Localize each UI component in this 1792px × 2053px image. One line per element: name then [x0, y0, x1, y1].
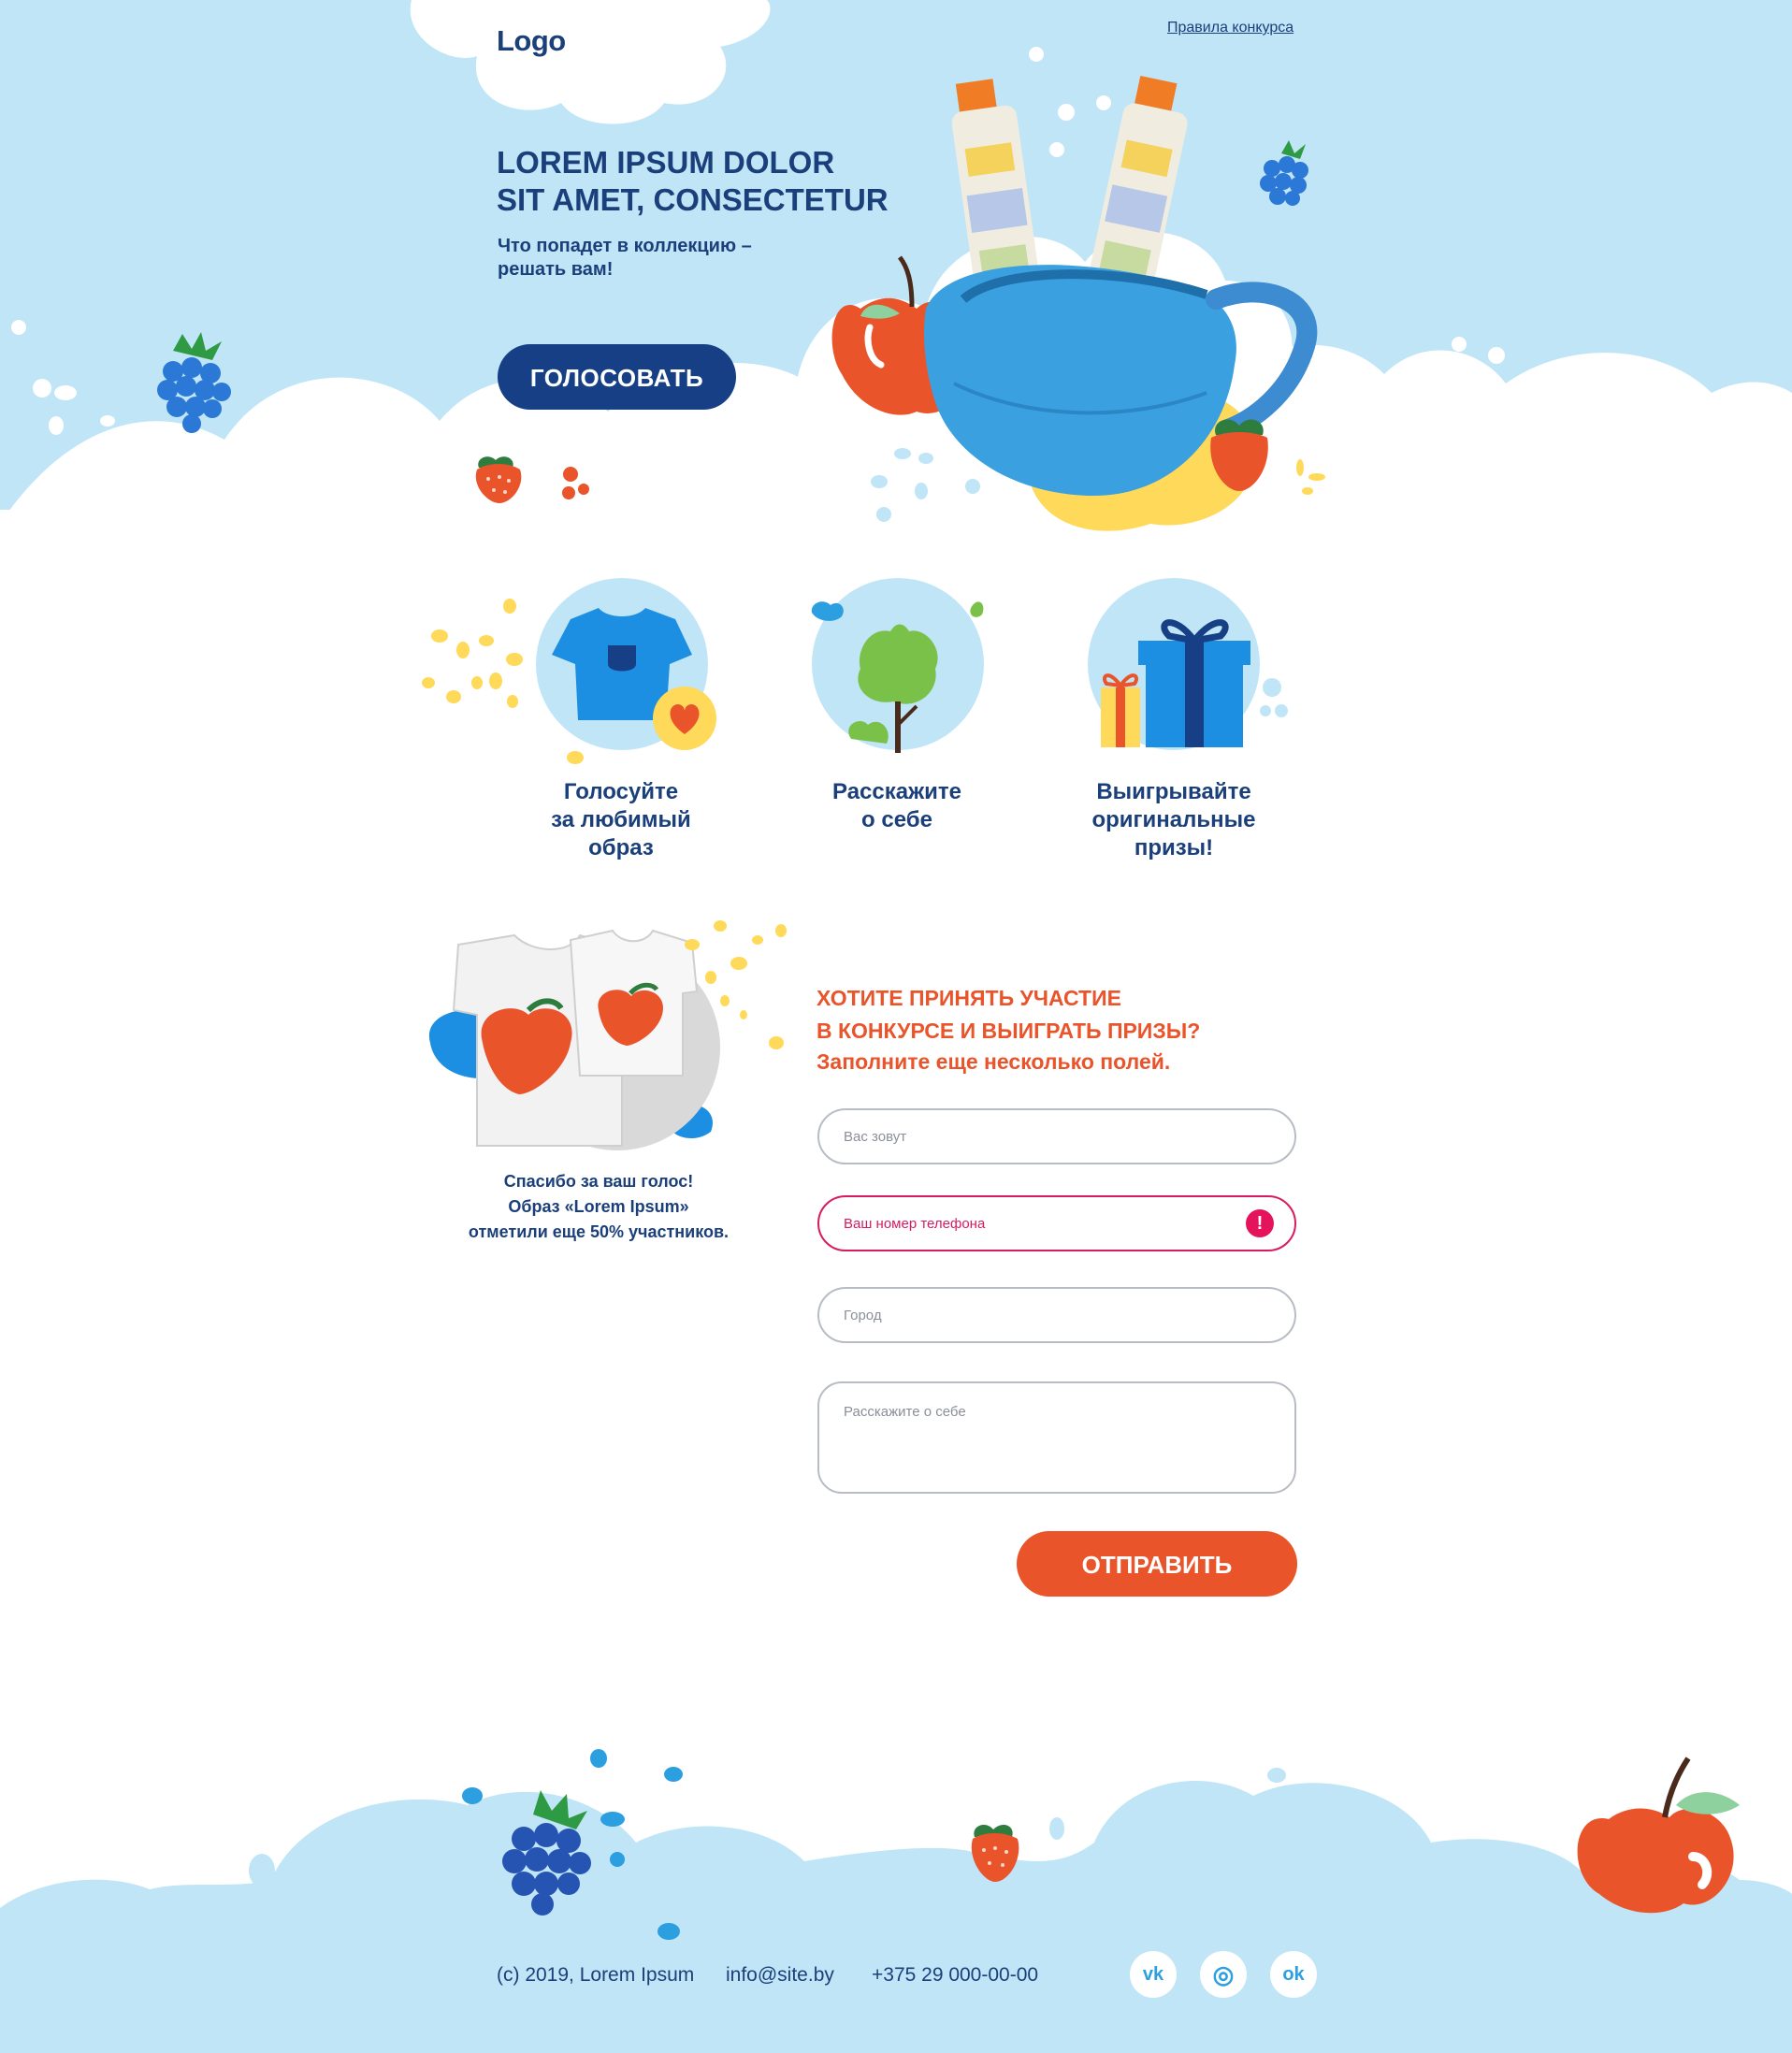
feature-win-line3: призы! [1134, 835, 1214, 860]
gift-icon [1088, 578, 1288, 750]
blackberry-footer-icon [502, 1790, 591, 1916]
vote-button[interactable]: ГОЛОСОВАТЬ [498, 344, 736, 410]
footer-background [0, 1749, 1792, 2053]
tree-icon [811, 578, 984, 753]
logo[interactable]: Logo [497, 24, 566, 58]
thanks-line2: Образ «Lorem Ipsum» [508, 1197, 689, 1216]
hero-title: LOREM IPSUM DOLOR SIT AMET, CONSECTETUR [497, 144, 983, 219]
form-title-line2: В КОНКУРСЕ И ВЫИГРАТЬ ПРИЗЫ? [817, 1019, 1201, 1043]
tshirt-heart-icon [422, 578, 716, 764]
footer-email-link[interactable]: info@site.by [726, 1964, 834, 1987]
thanks-line1: Спасибо за ваш голос! [503, 1172, 694, 1191]
feature-label-tell: Расскажите о себе [775, 778, 1019, 834]
strawberry-icon [475, 456, 522, 503]
hero-subtitle-line1: Что попадет в коллекцию – [498, 236, 752, 256]
form-title: ХОТИТЕ ПРИНЯТЬ УЧАСТИЕ В КОНКУРСЕ И ВЫИГ… [817, 982, 1303, 1048]
feature-label-vote: Голосуйте за любимый образ [499, 778, 743, 862]
vk-icon[interactable]: vk [1130, 1951, 1177, 1998]
contest-rules-link[interactable]: Правила конкурса [1167, 20, 1293, 36]
feature-vote-line2: за любимый [551, 807, 691, 832]
apple-footer-icon [1577, 1757, 1740, 1914]
feature-tell-line2: о себе [861, 807, 932, 832]
form-title-line1: ХОТИТЕ ПРИНЯТЬ УЧАСТИЕ [817, 986, 1121, 1010]
instagram-icon[interactable]: ◎ [1200, 1951, 1247, 1998]
city-field[interactable] [817, 1287, 1296, 1343]
about-field[interactable] [817, 1381, 1296, 1494]
hero-title-line1: LOREM IPSUM DOLOR [497, 145, 835, 180]
name-field[interactable] [817, 1108, 1296, 1164]
hero-subtitle: Что попадет в коллекцию – решать вам! [498, 235, 806, 282]
hero-product-illustration [831, 75, 1325, 531]
hero-subtitle-line2: решать вам! [498, 259, 614, 280]
form-subtitle: Заполните еще несколько полей. [817, 1049, 1171, 1074]
berry-dots-icon [562, 467, 589, 499]
feature-win-line2: оригинальные [1091, 807, 1256, 832]
strawberry-footer-icon [971, 1824, 1019, 1882]
vote-thanks-message: Спасибо за ваш голос! Образ «Lorem Ipsum… [412, 1169, 786, 1245]
phone-field[interactable] [817, 1195, 1296, 1251]
feature-vote-line3: образ [588, 835, 654, 860]
odnoklassniki-icon[interactable]: ok [1270, 1951, 1317, 1998]
phone-error-icon: ! [1246, 1209, 1274, 1237]
feature-win-line1: Выигрывайте [1096, 779, 1251, 804]
voted-look-illustration [428, 920, 787, 1150]
hero-title-line2: SIT AMET, CONSECTETUR [497, 182, 889, 217]
thanks-line3: отметили еще 50% участников. [468, 1222, 730, 1241]
blackberry-icon [157, 332, 231, 433]
feature-tell-line1: Расскажите [832, 779, 961, 804]
feature-vote-line1: Голосуйте [563, 779, 679, 804]
submit-button[interactable]: ОТПРАВИТЬ [1017, 1531, 1297, 1597]
footer-copyright: (c) 2019, Lorem Ipsum [497, 1964, 695, 1986]
footer-phone-link[interactable]: +375 29 000-00-00 [872, 1964, 1038, 1987]
feature-label-win: Выигрывайте оригинальные призы! [1052, 778, 1295, 862]
